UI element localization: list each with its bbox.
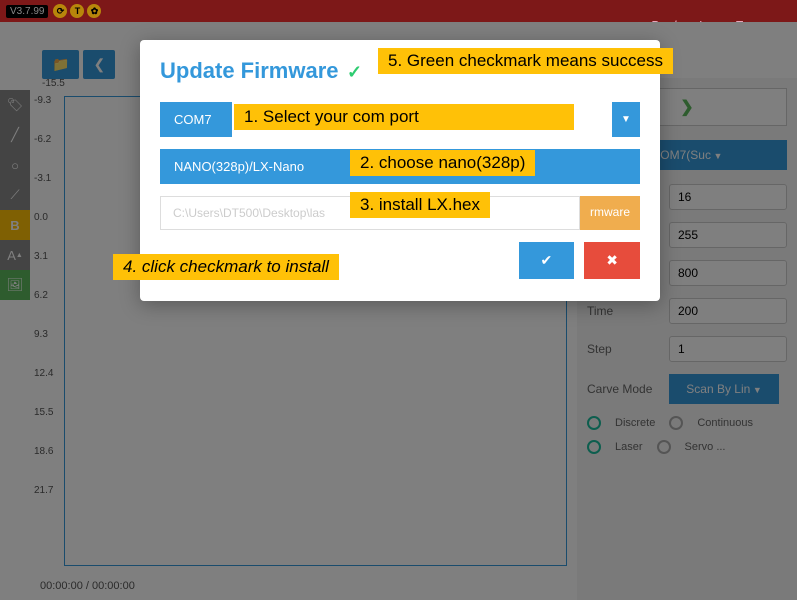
- titlebar-icon-2[interactable]: T: [70, 4, 84, 18]
- com-port-selected: COM7: [160, 102, 232, 137]
- cancel-button[interactable]: ✖: [584, 242, 640, 279]
- titlebar-icons: ⟳ T ✿: [53, 4, 101, 18]
- annotation-3: 3. install LX.hex: [350, 192, 490, 218]
- browse-firmware-button[interactable]: rmware: [580, 196, 640, 230]
- titlebar-icon-1[interactable]: ⟳: [53, 4, 67, 18]
- modal-title: Update Firmware: [160, 58, 339, 84]
- confirm-button[interactable]: ✔: [519, 242, 575, 279]
- annotation-2: 2. choose nano(328p): [350, 150, 535, 176]
- annotation-4: 4. click checkmark to install: [113, 254, 339, 280]
- com-port-dropdown-button[interactable]: ▼: [612, 102, 640, 137]
- titlebar-icon-3[interactable]: ✿: [87, 4, 101, 18]
- annotation-1: 1. Select your com port: [234, 104, 574, 130]
- annotation-5: 5. Green checkmark means success: [378, 48, 673, 74]
- checkmark-success-icon: ✓: [347, 62, 362, 82]
- version-badge: V3.7.99: [6, 5, 48, 18]
